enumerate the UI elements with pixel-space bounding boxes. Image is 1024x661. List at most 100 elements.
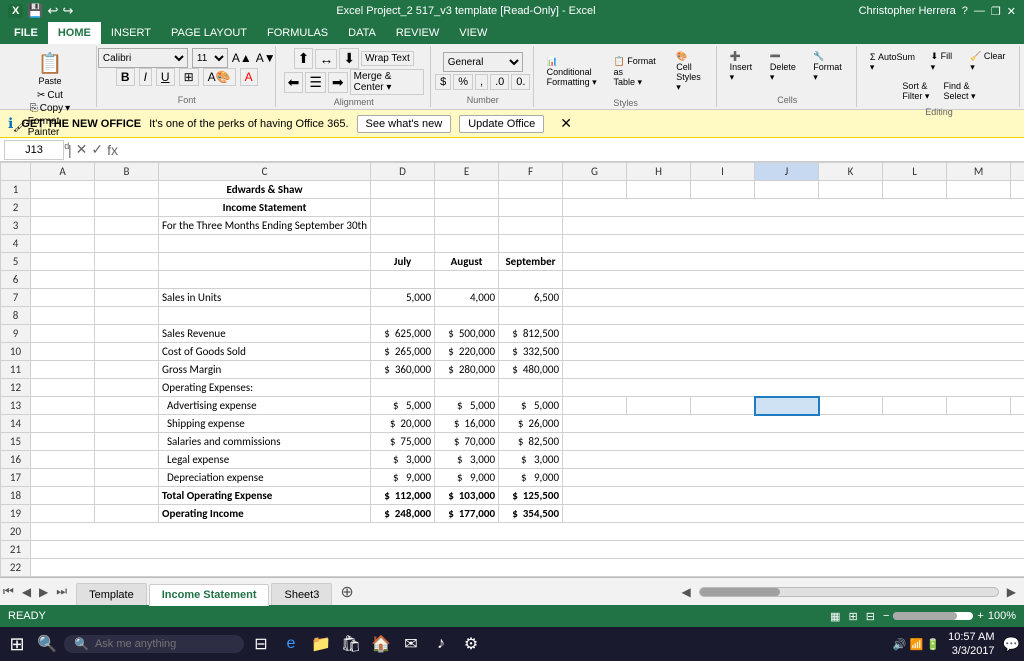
italic-button[interactable]: I <box>139 68 152 86</box>
cell-c3[interactable]: For the Three Months Ending September 30… <box>159 217 371 235</box>
cell-n1[interactable] <box>1011 181 1024 199</box>
cell-d16[interactable]: $ 3,000 <box>371 451 435 469</box>
cell-a1[interactable] <box>31 181 95 199</box>
cell-c9[interactable]: Sales Revenue <box>159 325 371 343</box>
cell-d13[interactable]: $ 5,000 <box>371 397 435 415</box>
quick-access-save[interactable]: 💾 <box>27 3 43 19</box>
cell-g13[interactable] <box>563 397 627 415</box>
insert-button[interactable]: ➕Insert ▾ <box>725 48 761 86</box>
cell-c8[interactable] <box>159 307 371 325</box>
cell-d5[interactable]: July <box>371 253 435 271</box>
cell-b18[interactable] <box>95 487 159 505</box>
cell-d18[interactable]: $ 112,000 <box>371 487 435 505</box>
font-name-select[interactable]: Calibri <box>98 48 188 68</box>
tab-view[interactable]: VIEW <box>449 22 497 44</box>
cell-c11[interactable]: Gross Margin <box>159 361 371 379</box>
tab-sheet3[interactable]: Sheet3 <box>271 583 332 605</box>
cell-f13[interactable]: $ 5,000 <box>499 397 563 415</box>
cell-a8[interactable] <box>31 307 95 325</box>
tab-home[interactable]: HOME <box>48 22 101 44</box>
cell-f1[interactable] <box>499 181 563 199</box>
cell-f19[interactable]: $ 354,500 <box>499 505 563 523</box>
cell-f2[interactable] <box>499 199 563 217</box>
cell-g15-q15[interactable] <box>563 433 1024 451</box>
tab-data[interactable]: DATA <box>338 22 386 44</box>
sheet-nav-first[interactable]: ⏮ <box>0 584 17 599</box>
conditional-formatting-button[interactable]: 📊 ConditionalFormatting ▾ <box>542 53 605 91</box>
paste-button[interactable]: 📋Paste <box>33 48 68 89</box>
cell-e19[interactable]: $ 177,000 <box>435 505 499 523</box>
cell-a5[interactable] <box>31 253 95 271</box>
see-whats-new-button[interactable]: See what's new <box>357 115 452 133</box>
cell-i13[interactable] <box>691 397 755 415</box>
tab-page-layout[interactable]: PAGE LAYOUT <box>161 22 257 44</box>
cell-f12[interactable] <box>499 379 563 397</box>
cell-f15[interactable]: $ 82,500 <box>499 433 563 451</box>
cell-d15[interactable]: $ 75,000 <box>371 433 435 451</box>
cell-f8[interactable] <box>499 307 563 325</box>
cell-b15[interactable] <box>95 433 159 451</box>
zoom-slider[interactable] <box>893 612 973 620</box>
cell-e18[interactable]: $ 103,000 <box>435 487 499 505</box>
bold-button[interactable]: B <box>116 68 135 86</box>
folder-icon[interactable]: 📁 <box>308 631 334 657</box>
cell-e6[interactable] <box>435 271 499 289</box>
cell-c2[interactable]: Income Statement <box>159 199 371 217</box>
cell-a11[interactable] <box>31 361 95 379</box>
align-left-icon[interactable]: ⬅ <box>284 72 304 93</box>
cell-a12[interactable] <box>31 379 95 397</box>
cell-d14[interactable]: $ 20,000 <box>371 415 435 433</box>
settings-icon[interactable]: ⚙ <box>458 631 484 657</box>
cell-b7[interactable] <box>95 289 159 307</box>
cell-g17-q17[interactable] <box>563 469 1024 487</box>
number-format-select[interactable]: General <box>443 52 523 72</box>
store-icon[interactable]: 🛍 <box>338 631 364 657</box>
font-color-icon[interactable]: A <box>240 68 258 86</box>
cell-g14-q14[interactable] <box>563 415 1024 433</box>
cell-row22[interactable] <box>31 559 1024 577</box>
cell-a9[interactable] <box>31 325 95 343</box>
col-c-header[interactable]: C <box>159 163 371 181</box>
cell-e5[interactable]: August <box>435 253 499 271</box>
h-scroll-right[interactable]: ▶ <box>1007 585 1016 599</box>
cell-b2[interactable] <box>95 199 159 217</box>
cell-a17[interactable] <box>31 469 95 487</box>
cell-d3[interactable] <box>371 217 435 235</box>
cell-e8[interactable] <box>435 307 499 325</box>
cell-c14[interactable]: Shipping expense <box>159 415 371 433</box>
cell-e9[interactable]: $ 500,000 <box>435 325 499 343</box>
cell-d7[interactable]: 5,000 <box>371 289 435 307</box>
cell-c5[interactable] <box>159 253 371 271</box>
underline-button[interactable]: U <box>156 68 175 86</box>
cell-a19[interactable] <box>31 505 95 523</box>
decrease-font-icon[interactable]: A▼ <box>256 51 276 65</box>
increase-decimal-icon[interactable]: .0 <box>490 74 509 90</box>
cell-reference-input[interactable] <box>4 140 64 160</box>
taskbar-search-bar[interactable]: 🔍 <box>64 635 244 653</box>
spreadsheet-scroll[interactable]: A B C D E F G H I J K L M N O P Q <box>0 162 1024 577</box>
view-normal-icon[interactable]: ▦ <box>830 610 840 623</box>
task-view-icon[interactable]: ⊟ <box>248 631 274 657</box>
tab-formulas[interactable]: FORMULAS <box>257 22 338 44</box>
cortana-icon[interactable]: 🔍 <box>34 631 60 657</box>
cell-b5[interactable] <box>95 253 159 271</box>
cell-d11[interactable]: $ 360,000 <box>371 361 435 379</box>
start-button[interactable]: ⊞ <box>4 631 30 657</box>
col-i-header[interactable]: I <box>691 163 755 181</box>
cell-b13[interactable] <box>95 397 159 415</box>
cell-c19[interactable]: Operating Income <box>159 505 371 523</box>
cell-d9[interactable]: $ 625,000 <box>371 325 435 343</box>
cell-c10[interactable]: Cost of Goods Sold <box>159 343 371 361</box>
cell-e11[interactable]: $ 280,000 <box>435 361 499 379</box>
cell-c18[interactable]: Total Operating Expense <box>159 487 371 505</box>
cell-f7[interactable]: 6,500 <box>499 289 563 307</box>
col-f-header[interactable]: F <box>499 163 563 181</box>
cell-e1[interactable] <box>435 181 499 199</box>
cell-f6[interactable] <box>499 271 563 289</box>
cell-c7[interactable]: Sales in Units <box>159 289 371 307</box>
cell-f16[interactable]: $ 3,000 <box>499 451 563 469</box>
find-select-button[interactable]: Find &Select ▾ <box>938 78 980 105</box>
cell-m1[interactable] <box>947 181 1011 199</box>
align-center-icon[interactable]: ☰ <box>305 72 326 93</box>
cell-b19[interactable] <box>95 505 159 523</box>
